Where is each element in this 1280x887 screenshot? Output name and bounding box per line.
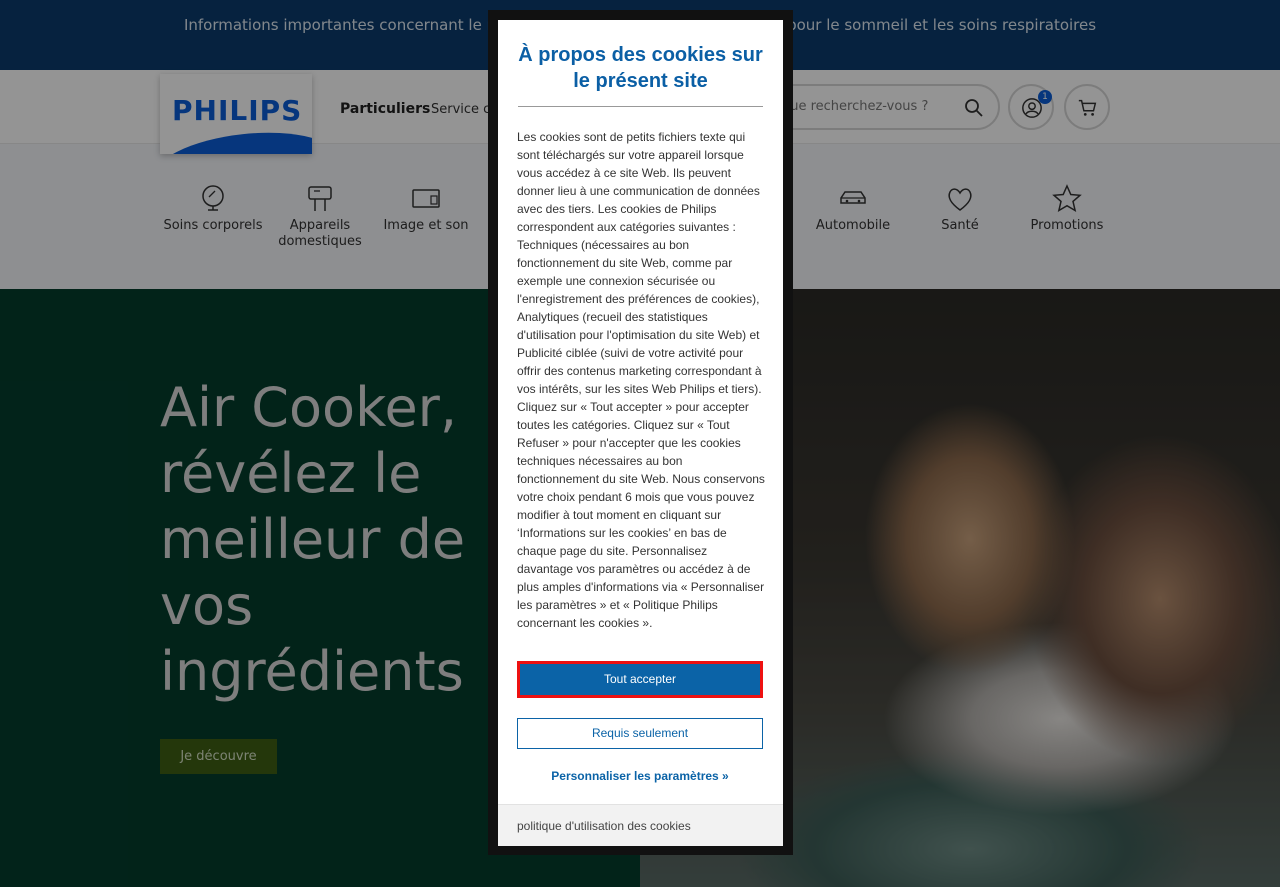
- accept-all-button[interactable]: Tout accepter: [517, 661, 763, 698]
- divider: [518, 106, 763, 107]
- cookie-modal-title: À propos des cookies sur le présent site: [518, 44, 763, 92]
- cookie-policy-link[interactable]: politique d'utilisation des cookies: [517, 819, 691, 833]
- cookie-modal-footer: politique d'utilisation des cookies: [498, 804, 783, 846]
- required-only-button[interactable]: Requis seulement: [517, 718, 763, 749]
- customize-settings-link[interactable]: Personnaliser les paramètres »: [517, 769, 763, 783]
- cookie-modal-body: Les cookies sont de petits fichiers text…: [517, 130, 765, 630]
- cookie-modal: À propos des cookies sur le présent site…: [498, 20, 783, 846]
